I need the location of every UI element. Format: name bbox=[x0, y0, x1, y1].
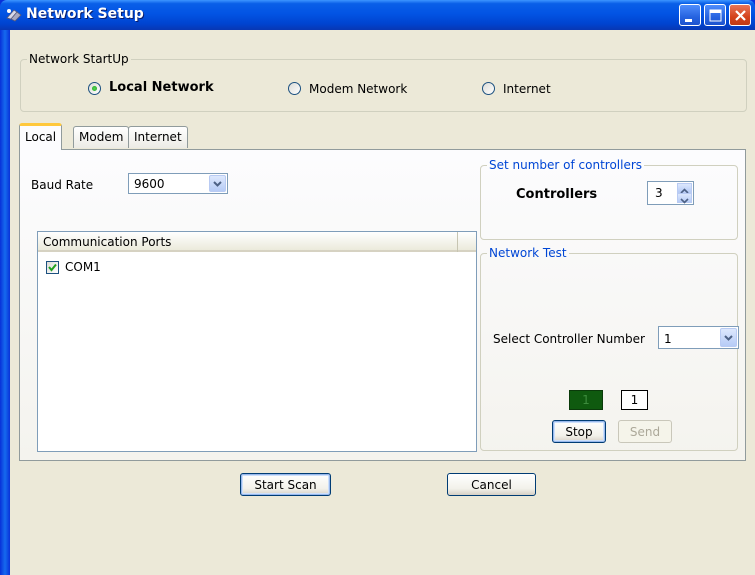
network-test-legend: Network Test bbox=[489, 246, 567, 260]
controllers-stepper[interactable]: 3 bbox=[647, 181, 694, 205]
local-tab-panel: Baud Rate 9600 Communication Ports COM1 bbox=[19, 149, 746, 461]
baud-rate-value: 9600 bbox=[134, 177, 165, 191]
local-network-label[interactable]: Local Network bbox=[109, 80, 214, 95]
network-startup-legend: Network StartUp bbox=[29, 52, 129, 66]
internet-radio-label[interactable]: Internet bbox=[503, 82, 551, 96]
stepper-up-button[interactable] bbox=[677, 183, 692, 194]
network-setup-window: Network Setup Network StartUp Local Netw… bbox=[0, 0, 755, 575]
com1-label[interactable]: COM1 bbox=[65, 260, 101, 274]
modem-network-label[interactable]: Modem Network bbox=[309, 82, 407, 96]
controllers-stepper-arrows[interactable] bbox=[677, 183, 692, 204]
maximize-button[interactable] bbox=[704, 4, 726, 26]
minimize-icon bbox=[685, 19, 692, 22]
status-indicator: 1 bbox=[569, 390, 603, 410]
tab-local[interactable]: Local bbox=[19, 123, 63, 150]
controller-number-value: 1 bbox=[664, 332, 672, 346]
window-title: Network Setup bbox=[26, 6, 144, 22]
ports-list-header[interactable]: Communication Ports bbox=[38, 232, 476, 252]
controller-number-dropdown-button[interactable] bbox=[720, 328, 737, 347]
stop-button[interactable]: Stop bbox=[552, 420, 606, 443]
controllers-label: Controllers bbox=[516, 187, 598, 202]
tab-modem[interactable]: Modem bbox=[73, 126, 130, 148]
tab-local-label: Local bbox=[25, 130, 57, 144]
maximize-icon bbox=[709, 9, 722, 22]
checkmark-icon bbox=[48, 263, 57, 272]
internet-radio[interactable] bbox=[482, 82, 495, 95]
dialog-client-area: Network StartUp Local Network Modem Netw… bbox=[10, 30, 755, 575]
close-icon bbox=[735, 10, 746, 21]
controllers-value: 3 bbox=[655, 186, 663, 200]
tab-modem-label: Modem bbox=[79, 130, 124, 144]
ports-column-header[interactable]: Communication Ports bbox=[38, 232, 458, 252]
chevron-down-icon bbox=[724, 335, 733, 341]
cancel-button[interactable]: Cancel bbox=[447, 473, 536, 496]
controller-number-select[interactable]: 1 bbox=[658, 326, 739, 349]
chevron-down-icon bbox=[213, 181, 222, 187]
response-count: 1 bbox=[621, 390, 648, 410]
local-network-radio[interactable] bbox=[88, 82, 101, 95]
baud-rate-select[interactable]: 9600 bbox=[128, 173, 228, 194]
network-app-icon bbox=[6, 9, 22, 22]
baud-rate-label: Baud Rate bbox=[31, 178, 94, 192]
communication-ports-list[interactable]: Communication Ports COM1 bbox=[37, 231, 477, 452]
window-frame bbox=[0, 30, 10, 575]
minimize-button[interactable] bbox=[679, 4, 701, 26]
select-controller-label: Select Controller Number bbox=[493, 332, 645, 346]
stepper-down-button[interactable] bbox=[677, 193, 692, 204]
tab-internet[interactable]: Internet bbox=[128, 126, 188, 148]
chevron-down-icon bbox=[680, 198, 689, 204]
title-bar[interactable]: Network Setup bbox=[0, 0, 755, 30]
com1-checkbox[interactable] bbox=[46, 261, 59, 274]
controllers-legend: Set number of controllers bbox=[489, 158, 643, 172]
start-scan-button[interactable]: Start Scan bbox=[240, 473, 331, 496]
tab-internet-label: Internet bbox=[134, 130, 182, 144]
baud-rate-dropdown-button[interactable] bbox=[209, 175, 226, 192]
send-button[interactable]: Send bbox=[618, 420, 672, 443]
close-button[interactable] bbox=[729, 4, 751, 26]
modem-network-radio[interactable] bbox=[288, 82, 301, 95]
